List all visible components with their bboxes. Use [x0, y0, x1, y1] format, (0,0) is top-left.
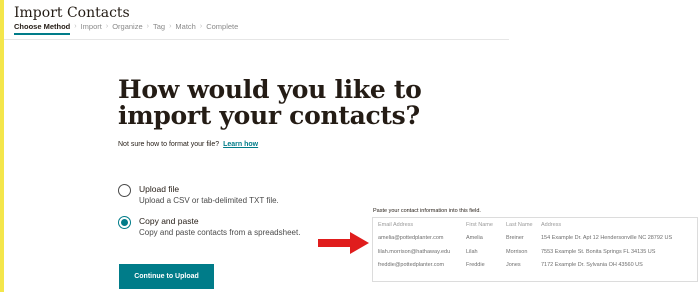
paste-field-label: Paste your contact information into this… — [373, 208, 481, 214]
format-help-label: Not sure how to format your file? — [118, 141, 220, 148]
paste-preview-table: Email Address First Name Last Name Addre… — [373, 218, 691, 272]
copy-paste-option[interactable]: Copy and paste Copy and paste contacts f… — [118, 215, 300, 239]
email-cell: freddie@pottedplanter.com — [378, 262, 445, 269]
copy-paste-radio[interactable] — [118, 216, 131, 229]
email-cell: lilah.morrison@hathaway.edu — [378, 248, 451, 255]
continue-to-upload-button[interactable]: Continue to Upload — [119, 264, 214, 289]
last-name-cell: Morrison — [506, 248, 528, 255]
learn-how-link[interactable]: Learn how — [223, 141, 258, 148]
copy-paste-description: Copy and paste contacts from a spreadshe… — [139, 228, 301, 237]
copy-paste-text: Copy and paste Copy and paste contacts f… — [139, 215, 300, 239]
first-name-cell: Freddie — [466, 262, 485, 269]
email-cell: amelia@pottedplanter.com — [378, 235, 444, 242]
last-name-cell: Jones — [506, 262, 521, 269]
arrow-right-icon — [318, 232, 369, 254]
table-row: freddie@pottedplanter.com Freddie Jones … — [373, 259, 691, 273]
step-import: Import — [80, 22, 102, 31]
upload-file-radio[interactable] — [118, 184, 131, 197]
first-name-cell: Amelia — [466, 235, 483, 242]
address-cell: 154 Example Dr. Apt 12 Hendersonville NC… — [541, 235, 673, 242]
address-cell: 7553 Example St. Bonita Springs FL 34135… — [541, 248, 656, 255]
column-header-last-name: Last Name — [506, 221, 533, 228]
chevron-right-icon: › — [146, 23, 149, 30]
column-header-address: Address — [541, 221, 562, 228]
column-header-first-name: First Name — [466, 221, 493, 228]
paste-contacts-textarea[interactable]: Email Address First Name Last Name Addre… — [372, 217, 698, 282]
import-steps-breadcrumb: Choose Method › Import › Organize › Tag … — [14, 22, 239, 35]
upload-file-text: Upload file Upload a CSV or tab-delimite… — [139, 183, 279, 207]
last-name-cell: Breiner — [506, 235, 524, 242]
chevron-right-icon: › — [105, 23, 109, 30]
left-accent-bar — [0, 0, 4, 292]
format-help-text: Not sure how to format your file? Learn … — [118, 141, 258, 148]
step-choose-method[interactable]: Choose Method — [14, 22, 71, 35]
address-cell: 7172 Example Dr. Sylvania OH 43560 US — [541, 262, 643, 269]
copy-paste-title: Copy and paste — [139, 216, 199, 226]
import-question-heading: How would you like to import your contac… — [118, 75, 422, 130]
table-row: amelia@pottedplanter.com Amelia Breiner … — [373, 232, 691, 246]
upload-file-description: Upload a CSV or tab-delimited TXT file. — [139, 196, 279, 205]
step-organize: Organize — [112, 22, 143, 31]
chevron-right-icon: › — [199, 23, 203, 30]
step-tag: Tag — [152, 22, 166, 31]
step-match: Match — [175, 22, 196, 31]
step-complete: Complete — [206, 22, 239, 31]
chevron-right-icon: › — [74, 23, 77, 30]
upload-file-option[interactable]: Upload file Upload a CSV or tab-delimite… — [118, 183, 279, 207]
table-header-row: Email Address First Name Last Name Addre… — [373, 218, 691, 232]
column-header-email: Email Address — [378, 221, 414, 228]
upload-file-title: Upload file — [139, 184, 180, 194]
page-title: Import Contacts — [14, 5, 130, 21]
header-divider — [4, 39, 509, 40]
table-row: lilah.morrison@hathaway.edu Lilah Morris… — [373, 245, 691, 259]
first-name-cell: Lilah — [466, 248, 478, 255]
chevron-right-icon: › — [169, 23, 172, 30]
